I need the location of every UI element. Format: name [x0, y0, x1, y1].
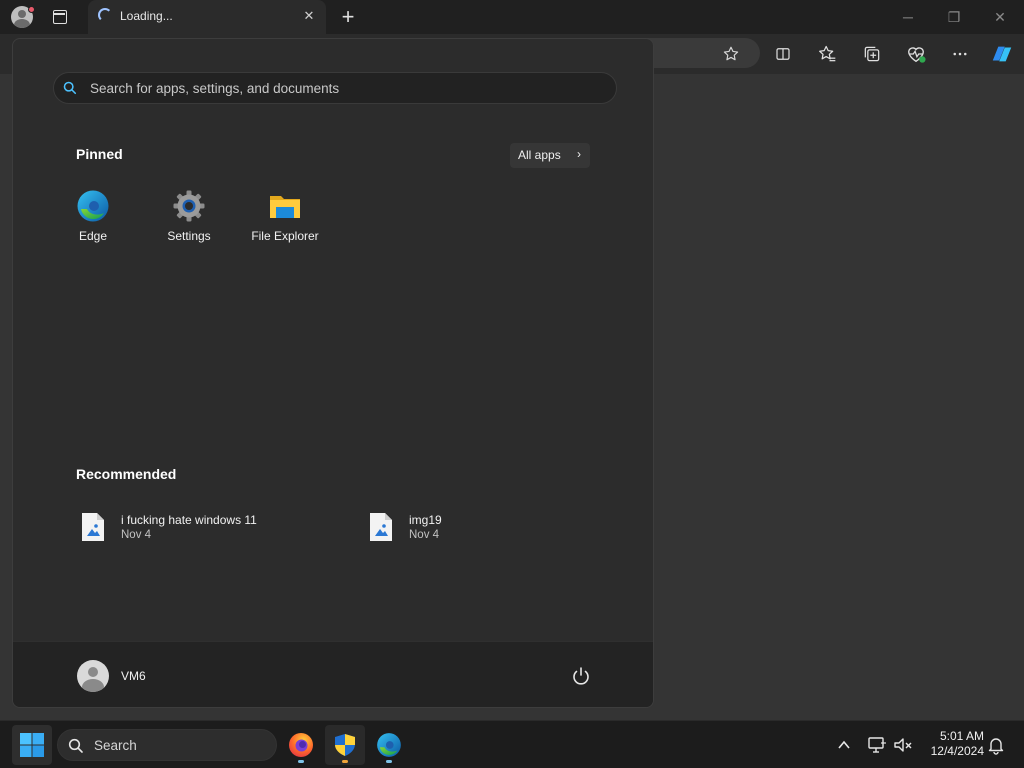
- minimize-icon[interactable]: ─: [893, 6, 923, 28]
- recommended-item-date: Nov 4: [409, 529, 440, 541]
- pinned-app-label: File Explorer: [251, 229, 319, 243]
- notification-dot: [28, 6, 35, 13]
- search-placeholder: Search for apps, settings, and documents: [90, 81, 340, 96]
- image-file-icon: [370, 513, 392, 541]
- copilot-icon[interactable]: [990, 42, 1014, 66]
- pinned-app-edge[interactable]: Edge: [45, 189, 141, 253]
- pinned-app-label: Edge: [78, 229, 108, 243]
- folder-icon: [268, 189, 302, 223]
- start-menu: Search for apps, settings, and documents…: [12, 38, 654, 708]
- search-icon: [63, 81, 77, 95]
- all-apps-button[interactable]: All apps ›: [510, 143, 590, 168]
- recommended-heading: Recommended: [76, 466, 177, 482]
- new-tab-icon[interactable]: +: [336, 5, 360, 29]
- tab-actions-icon: [53, 10, 67, 24]
- profile-button[interactable]: [10, 5, 35, 29]
- taskbar: Search 5:01 AM 12/4/2024: [0, 720, 1024, 768]
- recommended-item-date: Nov 4: [121, 529, 152, 541]
- clock-time: 5:01 AM: [939, 729, 984, 743]
- close-icon[interactable]: ✕: [985, 6, 1015, 28]
- running-indicator: [298, 760, 304, 763]
- pinned-app-settings[interactable]: Settings: [141, 189, 237, 253]
- volume-muted-icon[interactable]: [892, 735, 914, 755]
- network-icon[interactable]: [866, 735, 888, 755]
- start-button[interactable]: [12, 725, 52, 765]
- start-footer: VM6: [13, 641, 653, 707]
- pinned-app-label: Settings: [167, 229, 211, 243]
- browser-tab[interactable]: Loading... ✕: [88, 0, 326, 34]
- taskbar-clock[interactable]: 5:01 AM 12/4/2024: [920, 729, 984, 759]
- pinned-heading: Pinned: [76, 146, 123, 162]
- windows-logo-icon: [20, 733, 44, 757]
- taskbar-search[interactable]: Search: [57, 729, 277, 761]
- recommended-item[interactable]: i fucking hate windows 11 Nov 4: [81, 509, 341, 549]
- close-tab-icon[interactable]: ✕: [300, 7, 318, 25]
- search-icon: [68, 738, 83, 753]
- taskbar-search-label: Search: [94, 738, 137, 753]
- security-shield-icon: [335, 734, 355, 756]
- taskbar-app-edge[interactable]: [369, 725, 409, 765]
- tab-title: Loading...: [120, 9, 173, 23]
- show-hidden-icons-chevron-up-icon[interactable]: [834, 735, 854, 755]
- firefox-icon: [289, 733, 313, 757]
- more-icon[interactable]: [948, 42, 972, 66]
- notification-bell-icon[interactable]: [986, 735, 1006, 755]
- power-icon: [573, 667, 589, 685]
- recommended-item-name: i fucking hate windows 11: [121, 513, 257, 527]
- taskbar-app-security[interactable]: [325, 725, 365, 765]
- loading-spinner-icon: [98, 8, 112, 22]
- collections-icon[interactable]: [860, 42, 884, 66]
- pinned-app-file-explorer[interactable]: File Explorer: [237, 189, 333, 253]
- user-avatar[interactable]: [77, 660, 109, 692]
- restore-icon[interactable]: ❐: [939, 6, 969, 28]
- edge-icon: [76, 189, 110, 223]
- settings-gear-icon: [172, 189, 206, 223]
- running-indicator: [386, 760, 392, 763]
- power-button[interactable]: [569, 664, 593, 688]
- tab-actions-button[interactable]: [48, 5, 72, 29]
- favorite-star-icon[interactable]: [719, 42, 743, 66]
- taskbar-app-firefox[interactable]: [281, 725, 321, 765]
- split-screen-icon[interactable]: [771, 42, 795, 66]
- all-apps-label: All apps: [518, 148, 561, 162]
- clock-date: 12/4/2024: [930, 744, 984, 758]
- browser-essentials-icon[interactable]: [904, 42, 928, 66]
- recommended-item-name: img19: [409, 513, 442, 527]
- start-search-input[interactable]: Search for apps, settings, and documents: [53, 72, 617, 104]
- user-name[interactable]: VM6: [121, 669, 146, 683]
- edge-icon: [377, 733, 401, 757]
- recommended-item[interactable]: img19 Nov 4: [369, 509, 629, 549]
- running-indicator: [342, 760, 348, 763]
- favorites-icon[interactable]: [815, 42, 839, 66]
- browser-titlebar: Loading... ✕ + ─ ❐ ✕: [0, 0, 1024, 34]
- image-file-icon: [82, 513, 104, 541]
- chevron-right-icon: ›: [577, 147, 581, 161]
